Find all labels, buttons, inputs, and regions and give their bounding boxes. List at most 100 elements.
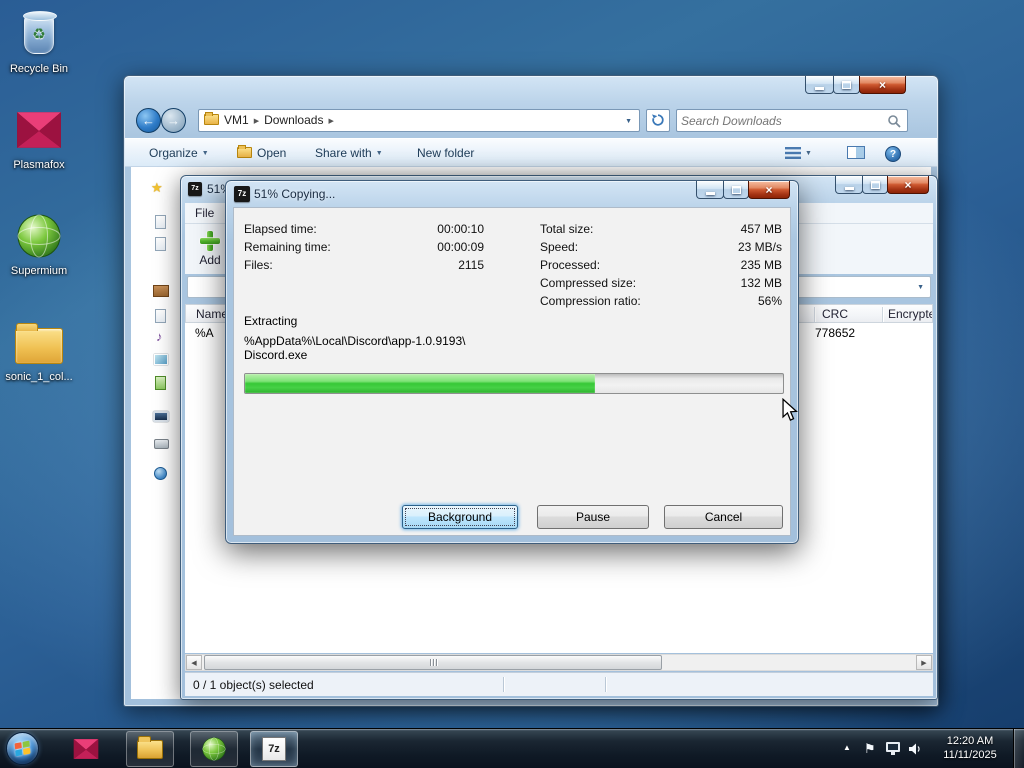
maximize-button[interactable] <box>833 76 860 94</box>
recycle-glyph-icon: ♻ <box>32 26 46 43</box>
maximize-button[interactable] <box>862 176 888 194</box>
scroll-left-icon[interactable]: ◀ <box>186 655 202 670</box>
taskbar-clock[interactable]: 12:20 AM 11/11/2025 <box>932 734 1008 762</box>
forward-button[interactable]: → <box>161 108 186 133</box>
column-crc[interactable]: CRC <box>822 307 848 321</box>
cancel-button[interactable]: Cancel <box>664 505 783 529</box>
show-desktop-button[interactable] <box>1013 729 1024 768</box>
desktop: ♻ Recycle Bin Plasmafox Supermium sonic_… <box>0 0 1024 768</box>
globe-icon <box>202 737 226 761</box>
add-label: Add <box>199 253 221 267</box>
network-tray-icon[interactable] <box>886 742 900 755</box>
breadcrumb-root[interactable]: VM1 <box>224 113 249 127</box>
help-button[interactable]: ? <box>885 139 901 167</box>
minimize-icon <box>844 186 854 190</box>
organize-button[interactable]: Organize ▼ <box>149 139 209 167</box>
plasmafox-icon <box>0 104 78 156</box>
music-icon[interactable]: ♪ <box>156 330 163 344</box>
network-icon[interactable] <box>154 467 167 480</box>
column-divider[interactable] <box>814 307 815 322</box>
pause-button[interactable]: Pause <box>537 505 649 529</box>
nav-pane-icon[interactable] <box>155 237 166 251</box>
pictures-icon[interactable] <box>154 354 168 365</box>
minimize-button[interactable] <box>835 176 863 194</box>
grip-icon <box>435 659 437 666</box>
close-button[interactable]: × <box>748 181 790 199</box>
copy-progress-dialog: 7z 51% Copying... × Elapsed time: 00:00:1… <box>225 180 799 544</box>
desktop-icon-label: Recycle Bin <box>9 63 69 75</box>
desktop-icon-plasmafox[interactable]: Plasmafox <box>0 104 78 172</box>
desktop-icon-supermium[interactable]: Supermium <box>0 210 78 278</box>
documents-icon[interactable] <box>155 309 166 323</box>
minimize-button[interactable] <box>696 181 724 199</box>
open-button[interactable]: Open <box>237 139 286 167</box>
desktop-icon-sonic-folder[interactable]: sonic_1_col... <box>0 316 78 384</box>
supermium-icon <box>0 210 78 262</box>
share-with-button[interactable]: Share with ▼ <box>315 139 383 167</box>
breadcrumb-dropdown-icon[interactable]: ▼ <box>625 118 632 125</box>
close-button[interactable]: × <box>859 76 906 94</box>
explorer-titlebar[interactable]: × <box>124 76 938 103</box>
maximize-icon <box>842 80 851 89</box>
new-folder-button[interactable]: New folder <box>417 139 474 167</box>
stat-value: 235 MB <box>740 258 782 272</box>
sevenzip-app-icon: 7z <box>188 182 202 196</box>
stats-left: Elapsed time: 00:00:10 Remaining time: 00:… <box>244 222 484 276</box>
clock-date: 11/11/2025 <box>943 749 997 761</box>
videos-icon[interactable] <box>155 376 166 390</box>
breadcrumb[interactable]: VM1 ▶ Downloads ▶ ▼ <box>198 109 640 132</box>
scroll-right-icon[interactable]: ▶ <box>916 655 932 670</box>
disk-icon[interactable] <box>154 439 169 449</box>
minimize-button[interactable] <box>805 76 834 94</box>
chevron-down-icon[interactable]: ▼ <box>917 284 924 291</box>
stat-label: Compression ratio: <box>540 294 641 308</box>
computer-icon[interactable] <box>153 411 169 422</box>
stat-label: Remaining time: <box>244 240 331 254</box>
back-button[interactable]: ← <box>136 108 161 133</box>
file-crc-cell: 778652 <box>815 326 856 340</box>
favorites-star-icon[interactable]: ★ <box>151 181 163 195</box>
close-button[interactable]: × <box>887 176 929 194</box>
column-name[interactable]: Name <box>196 307 228 321</box>
search-box[interactable] <box>676 109 908 132</box>
maximize-icon <box>870 180 880 189</box>
plasmafox-icon <box>73 739 99 759</box>
close-icon: × <box>878 77 886 92</box>
show-hidden-icons-button[interactable]: ▲ <box>843 743 851 752</box>
grip-icon <box>432 659 434 666</box>
taskbar-sevenzip-button[interactable]: 7z <box>250 731 298 767</box>
taskbar-explorer-button[interactable] <box>126 731 174 767</box>
refresh-button[interactable] <box>646 109 670 132</box>
dialog-title: 51% Copying... <box>254 187 336 201</box>
nav-pane-icon[interactable] <box>155 215 166 229</box>
stat-value: 132 MB <box>740 276 782 290</box>
file-name-cell: %A <box>195 326 214 340</box>
taskbar-browser-button[interactable] <box>190 731 238 767</box>
search-input[interactable] <box>681 111 871 130</box>
taskbar-plasmafox-button[interactable] <box>62 731 110 767</box>
refresh-icon <box>652 114 664 126</box>
dialog-titlebar[interactable]: 7z 51% Copying... × <box>226 181 798 208</box>
horizontal-scrollbar[interactable]: ◀ ▶ <box>185 654 933 671</box>
sevenzip-icon: 7z <box>262 737 286 761</box>
preview-pane-button[interactable] <box>847 139 865 167</box>
menu-file[interactable]: File <box>195 206 214 220</box>
column-encrypted[interactable]: Encrypted <box>888 307 932 321</box>
divider <box>605 677 606 692</box>
scrollbar-thumb[interactable] <box>204 655 662 670</box>
column-divider[interactable] <box>882 307 883 322</box>
breadcrumb-folder[interactable]: Downloads <box>264 113 323 127</box>
library-icon[interactable] <box>153 285 169 297</box>
maximize-button[interactable] <box>723 181 749 199</box>
search-icon <box>888 115 901 128</box>
chevron-right-icon: ▶ <box>328 118 334 125</box>
start-button[interactable] <box>6 732 39 765</box>
close-icon: × <box>765 182 773 197</box>
background-button[interactable]: Background <box>402 505 518 529</box>
action-center-flag-icon[interactable]: ⚑ <box>864 741 876 757</box>
progress-bar <box>244 373 784 394</box>
stat-value: 2115 <box>458 258 484 272</box>
change-view-button[interactable]: ▼ <box>785 139 812 167</box>
volume-tray-icon[interactable] <box>908 742 922 756</box>
desktop-icon-recycle-bin[interactable]: ♻ Recycle Bin <box>0 8 78 76</box>
